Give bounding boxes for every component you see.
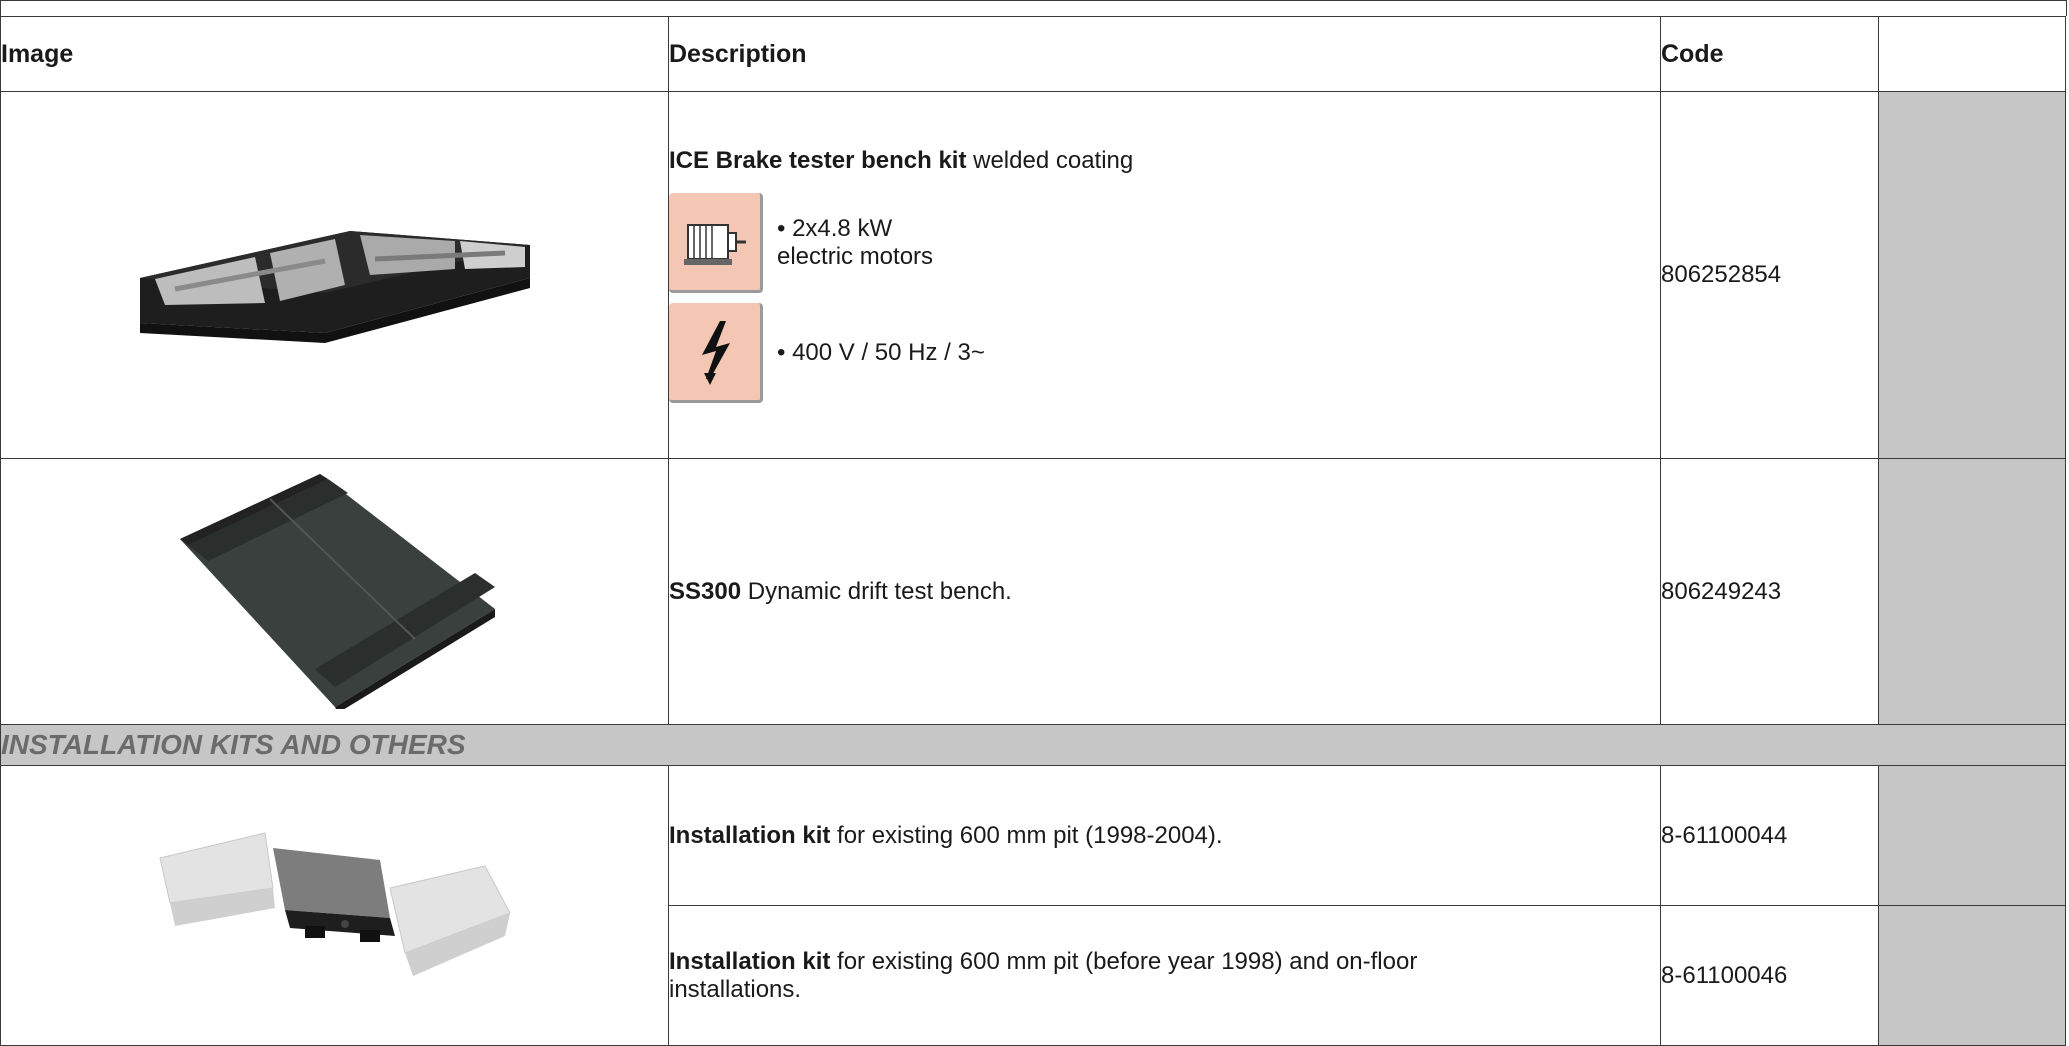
kit-title: Installation kit bbox=[669, 947, 831, 975]
feature-motor-line1: • 2x4.8 kW bbox=[777, 215, 893, 242]
high-voltage-icon bbox=[669, 303, 763, 403]
installation-kit-photo bbox=[158, 832, 511, 976]
table-row: ICE Brake tester bench kit welded coatin… bbox=[0, 91, 2066, 459]
product-image-cell bbox=[0, 765, 669, 1046]
gray-cell bbox=[1878, 765, 2066, 906]
code-cell: 8-61100044 bbox=[1660, 765, 1879, 906]
description-cell: Installation kit for existing 600 mm pit… bbox=[668, 765, 1661, 906]
table-header-row: Image Description Code bbox=[0, 16, 2066, 92]
product-table: Image Description Code ICE Brake tester … bbox=[0, 16, 2066, 1046]
product-image-cell bbox=[0, 91, 669, 459]
feature-motor-line2: electric motors bbox=[777, 243, 934, 270]
kit-title: Installation kit bbox=[669, 821, 831, 849]
table-row: Installation kit for existing 600 mm pit… bbox=[0, 765, 2066, 1046]
gray-cell bbox=[1878, 91, 2066, 459]
description-cell: SS300 Dynamic drift test bench. bbox=[668, 458, 1661, 725]
code-cell: 806252854 bbox=[1660, 91, 1879, 459]
product-title-rest: welded coating bbox=[966, 147, 1134, 174]
drift-test-plate-photo bbox=[179, 474, 495, 713]
code-cell: 8-61100046 bbox=[1660, 905, 1879, 1046]
section-row: INSTALLATION KITS AND OTHERS bbox=[0, 724, 2066, 766]
header-extra bbox=[1878, 16, 2066, 92]
header-description: Description bbox=[668, 16, 1661, 92]
feature-motor: • 2x4.8 kW electric motors bbox=[669, 193, 1660, 293]
feature-voltage: • 400 V / 50 Hz / 3~ bbox=[669, 303, 1660, 403]
section-title: INSTALLATION KITS AND OTHERS bbox=[0, 724, 2066, 766]
header-image: Image bbox=[0, 16, 669, 92]
product-title-rest: Dynamic drift test bench. bbox=[741, 577, 1012, 605]
table-row: SS300 Dynamic drift test bench. 80624924… bbox=[0, 458, 2066, 725]
code-cell: 806249243 bbox=[1660, 458, 1879, 725]
kit-title-rest: for existing 600 mm pit (1998-2004). bbox=[830, 821, 1223, 849]
product-title: ICE Brake tester bench kit bbox=[669, 147, 967, 174]
product-image-cell bbox=[0, 458, 669, 725]
gray-cell bbox=[1878, 458, 2066, 725]
gray-cell bbox=[1878, 905, 2066, 1046]
product-title: SS300 bbox=[669, 577, 742, 605]
brake-tester-bench-photo bbox=[139, 230, 530, 343]
description-cell: Installation kit for existing 600 mm pit… bbox=[668, 905, 1661, 1046]
description-cell: ICE Brake tester bench kit welded coatin… bbox=[668, 91, 1661, 459]
header-code: Code bbox=[1660, 16, 1879, 92]
feature-voltage-line1: • 400 V / 50 Hz / 3~ bbox=[777, 339, 985, 366]
electric-motor-icon bbox=[669, 193, 763, 293]
top-strip bbox=[0, 0, 2067, 16]
